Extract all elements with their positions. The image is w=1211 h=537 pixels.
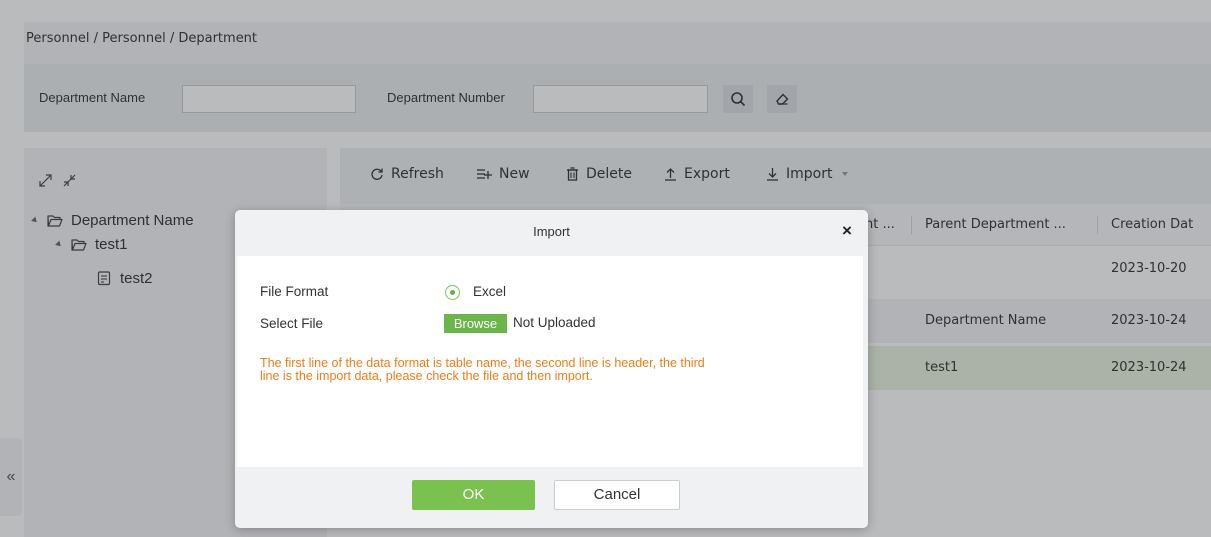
excel-radio-label[interactable]: Excel: [473, 284, 506, 299]
department-page: Personnel / Personnel / Department Depar…: [0, 0, 1211, 537]
warning-line: line is the import data, please check th…: [260, 369, 593, 383]
import-format-warning: The first line of the data format is tab…: [260, 357, 830, 383]
excel-radio[interactable]: [445, 285, 460, 300]
file-format-label: File Format: [260, 284, 329, 299]
import-dialog: Import × File Format Excel Select File B…: [235, 210, 868, 528]
browse-button[interactable]: Browse: [444, 314, 507, 333]
select-file-label: Select File: [260, 316, 324, 331]
dialog-body: File Format Excel Select File Browse Not…: [237, 256, 863, 467]
cancel-button[interactable]: Cancel: [554, 480, 680, 510]
ok-button[interactable]: OK: [412, 480, 535, 510]
upload-status: Not Uploaded: [513, 315, 596, 330]
dialog-title: Import: [533, 224, 570, 239]
close-icon[interactable]: ×: [838, 222, 856, 240]
